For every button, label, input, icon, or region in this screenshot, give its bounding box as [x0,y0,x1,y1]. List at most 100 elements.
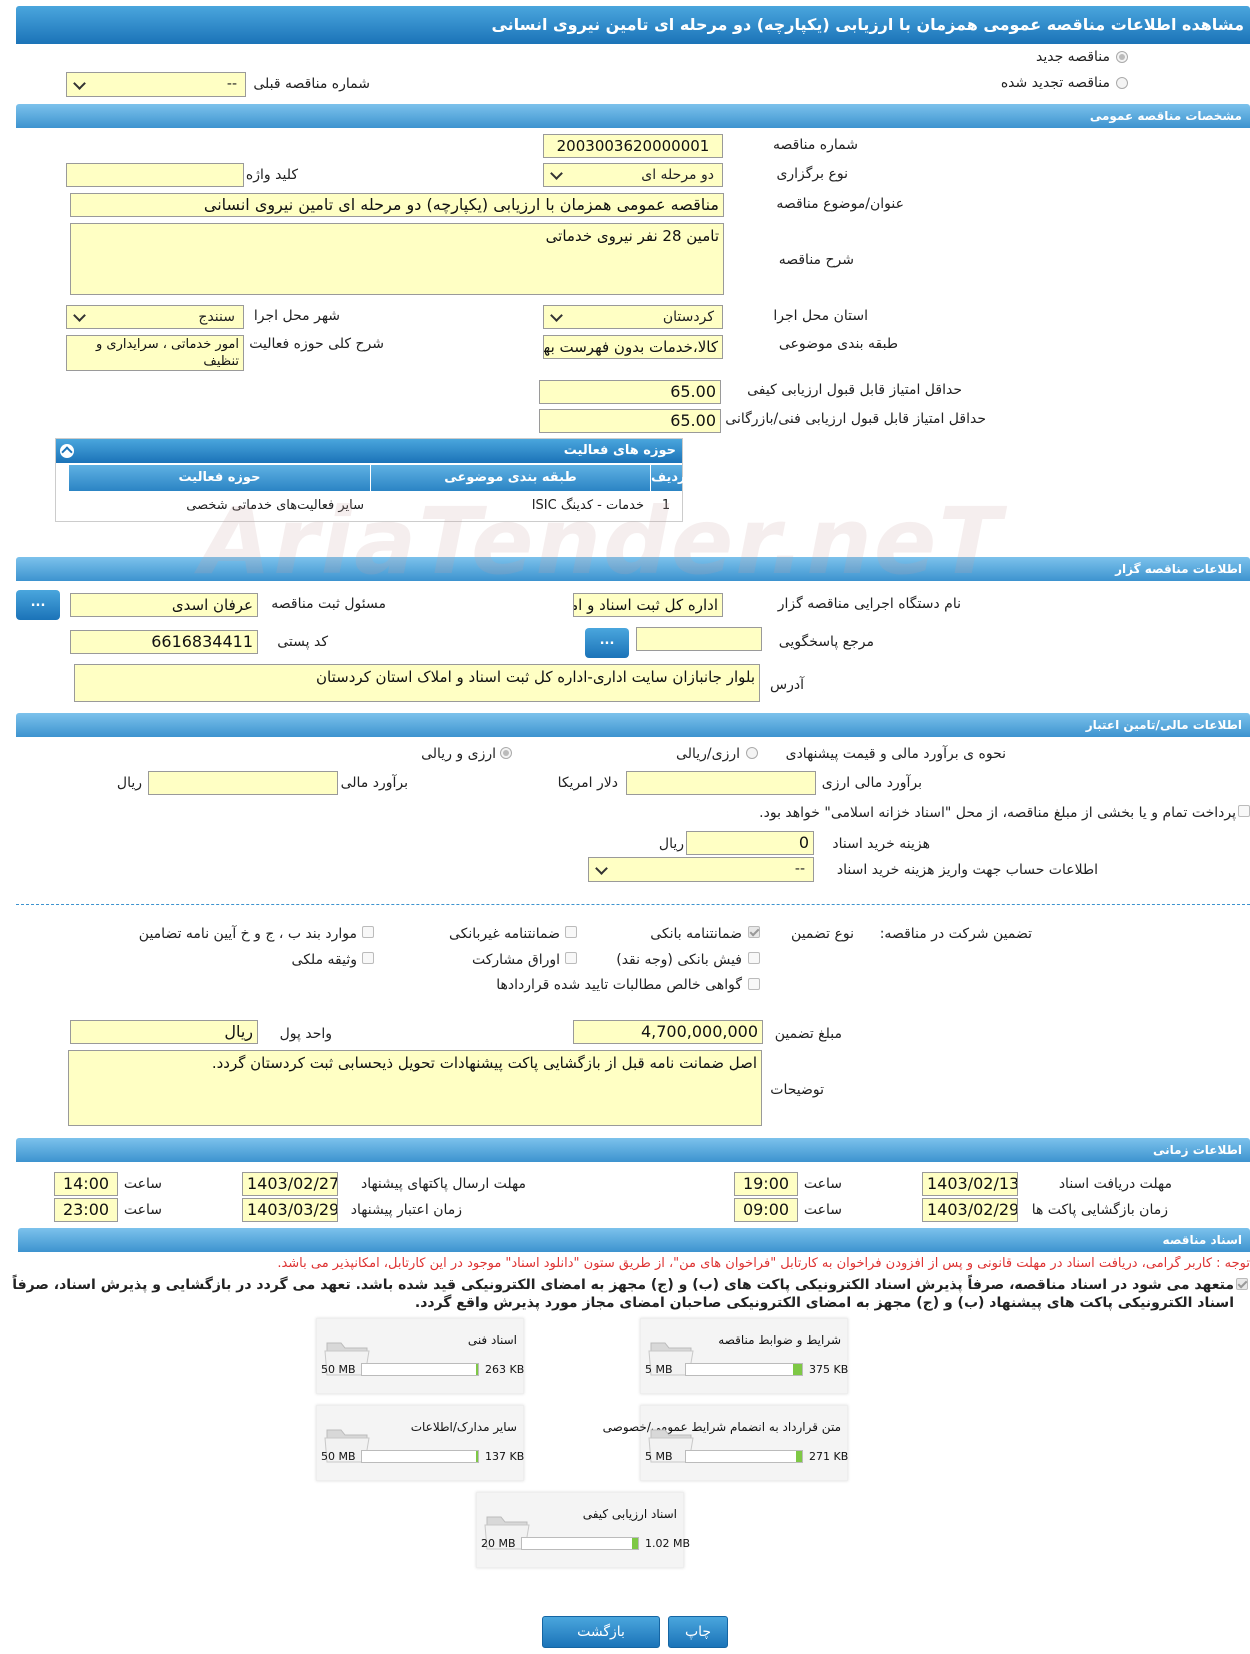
prev-tender-label: شماره مناقصه قبلی [253,76,370,92]
grid-cell-category: خدمات - کدینگ ISIC [531,498,644,513]
checkbox-clauses[interactable] [362,926,374,938]
checkbox-nonbank-guarantee-label: ضمانتنامه غیربانکی [448,926,560,942]
account-select[interactable]: -- [588,857,814,882]
doc-fee-label: هزینه خرید اسناد [832,836,930,852]
min-tech-field[interactable]: 65.00 [539,409,721,433]
holding-type-label: نوع برگزاری [776,166,848,182]
doc-card-progress-fill [476,1451,478,1462]
collapse-icon[interactable] [60,444,74,458]
treasury-text: پرداخت تمام و یا بخشی از مبلغ مناقصه، از… [759,805,1236,821]
validity-date[interactable]: 1403/03/29 [242,1198,338,1222]
radio-new-tender[interactable] [1116,51,1128,63]
doc-deadline-time[interactable]: 19:00 [734,1172,798,1196]
radio-currency-and-rial[interactable] [500,747,512,759]
description-field[interactable]: تامین 28 نفر نیروی خدماتی [70,223,724,295]
opening-label: زمان بازگشایی پاکت ها [1031,1202,1168,1218]
doc-card-progress-fill [632,1538,638,1549]
section-general-title: مشخصات مناقصه عمومی [1089,109,1242,123]
doc-card-quality[interactable]: اسناد ارزیابی کیفی 20 MB 1.02 MB [476,1492,690,1568]
validity-time-label: ساعت [123,1202,162,1218]
city-select[interactable]: سنندج [66,305,244,329]
city-value: سنندج [198,309,235,325]
min-quality-field[interactable]: 65.00 [539,380,721,404]
keyword-field[interactable] [66,163,244,187]
estimate-method-label: نحوه ی برآورد مالی و قیمت پیشنهادی [785,746,1006,762]
registrar-lookup-button[interactable]: ... [16,590,60,620]
guarantee-amount-field[interactable]: 4,700,000,000 [573,1020,763,1044]
doc-card-progress-fill [476,1364,478,1375]
opening-time[interactable]: 09:00 [734,1198,798,1222]
chevron-down-icon [550,309,563,322]
checkbox-receivables[interactable] [748,978,760,990]
subject-field[interactable]: مناقصه عمومی همزمان با ارزیابی (یکپارچه)… [70,193,724,217]
doc-deadline-date[interactable]: 1403/02/13 [922,1172,1018,1196]
doc-deadline-label: مهلت دریافت اسناد [1058,1176,1172,1192]
account-value: -- [794,861,805,877]
checkbox-receivables-label: گواهی خالص مطالبات تایید شده قراردادها [496,977,742,993]
activity-grid-title: حوزه های فعالیت [563,443,676,458]
opening-time-label: ساعت [803,1202,842,1218]
category-field[interactable]: کالا،خدمات بدون فهرست بها [543,335,723,359]
radio-currency-rial[interactable] [746,747,758,759]
doc-card-progress [361,1450,479,1463]
fx-estimate-field[interactable] [626,771,816,795]
prev-tender-value: -- [226,76,237,92]
chevron-down-icon [595,861,608,875]
radio-currency-rial-label: ارزی/ریالی [676,746,740,762]
grid-cell-activity: سایر فعالیت‌های خدماتی شخصی [186,498,364,513]
registrar-field[interactable]: عرفان اسدی [70,593,258,617]
doc-card-technical[interactable]: اسناد فنی 50 MB 263 KB [316,1318,524,1394]
fx-estimate-label: برآورد مالی ارزی [821,775,922,791]
print-button[interactable]: چاپ [668,1616,728,1648]
grid-col-row: ردیف [650,465,686,491]
guarantee-notes-field[interactable]: اصل ضمانت نامه قبل از بازگشایی پاکت پیشن… [68,1050,762,1126]
checkbox-bank-receipt-label: فیش بانکی (وجه نقد) [616,952,742,968]
checkbox-bank-receipt[interactable] [748,952,760,964]
min-tech-label: حداقل امتیاز قابل قبول ارزیابی فنی/بازرگ… [725,411,986,427]
radio-renewed-tender-label: مناقصه تجدید شده [1000,75,1110,91]
doc-card-progress [361,1363,479,1376]
send-deadline-date[interactable]: 1403/02/27 [242,1172,338,1196]
validity-time[interactable]: 23:00 [54,1198,118,1222]
checkbox-participation[interactable] [565,952,577,964]
radio-renewed-tender[interactable] [1116,77,1128,89]
back-button[interactable]: بازگشت [542,1616,660,1648]
doc-card-terms[interactable]: شرایط و ضوابط مناقصه 5 MB 375 KB [640,1318,848,1394]
checkbox-bank-guarantee[interactable] [748,926,760,938]
section-finance: اطلاعات مالی/تامین اعتبار [16,713,1250,737]
section-finance-title: اطلاعات مالی/تامین اعتبار [1085,718,1242,732]
min-quality-label: حداقل امتیاز قابل قبول ارزیابی کیفی [747,382,962,398]
send-deadline-time[interactable]: 14:00 [54,1172,118,1196]
reference-lookup-button[interactable]: ... [585,628,629,658]
tender-no-field[interactable]: 2003003620000001 [543,134,723,158]
section-divider [16,904,1250,905]
estimate-field[interactable] [148,771,338,795]
doc-card-title: اسناد ارزیابی کیفی [582,1507,677,1521]
prev-tender-select[interactable]: -- [66,72,246,97]
activity-grid: حوزه های فعالیت ردیف طبقه بندی موضوعی حو… [55,438,686,522]
address-field[interactable]: بلوار جانبازان سایت اداری-اداره کل ثبت ا… [74,664,760,702]
checkbox-property[interactable] [362,952,374,964]
province-select[interactable]: کردستان [543,305,723,329]
postal-field[interactable]: 6616834411 [70,630,258,654]
category-label: طبقه بندی موضوعی [778,336,898,352]
treasury-checkbox[interactable] [1238,805,1250,817]
currency-field[interactable]: ریال [70,1020,258,1044]
commitment-checkbox[interactable] [1236,1278,1248,1290]
postal-label: کد پستی [277,634,328,650]
doc-card-current: 263 KB [485,1363,525,1376]
doc-card-contract[interactable]: متن قرارداد به انضمام شرایط عمومی/خصوصی … [603,1405,848,1481]
activity-desc-field[interactable]: امور خدماتی ، سرایداری و تنظیف [66,335,244,371]
chevron-down-icon [73,76,86,90]
checkbox-nonbank-guarantee[interactable] [565,926,577,938]
holding-type-select[interactable]: دو مرحله ای [543,163,723,187]
section-documents-title: اسناد مناقصه [1162,1233,1242,1247]
doc-card-title: اسناد فنی [467,1333,517,1347]
org-name-label: نام دستگاه اجرایی مناقصه گزار [777,596,961,612]
doc-fee-field[interactable]: 0 [686,831,814,855]
doc-card-other[interactable]: سایر مدارک/اطلاعات 50 MB 137 KB [316,1405,524,1481]
account-label: اطلاعات حساب جهت واریز هزینه خرید اسناد [836,862,1098,878]
opening-date[interactable]: 1403/02/29 [922,1198,1018,1222]
reference-field[interactable] [636,627,762,651]
org-name-field[interactable]: اداره کل ثبت اسناد و املاک استان کردستان [573,593,723,617]
